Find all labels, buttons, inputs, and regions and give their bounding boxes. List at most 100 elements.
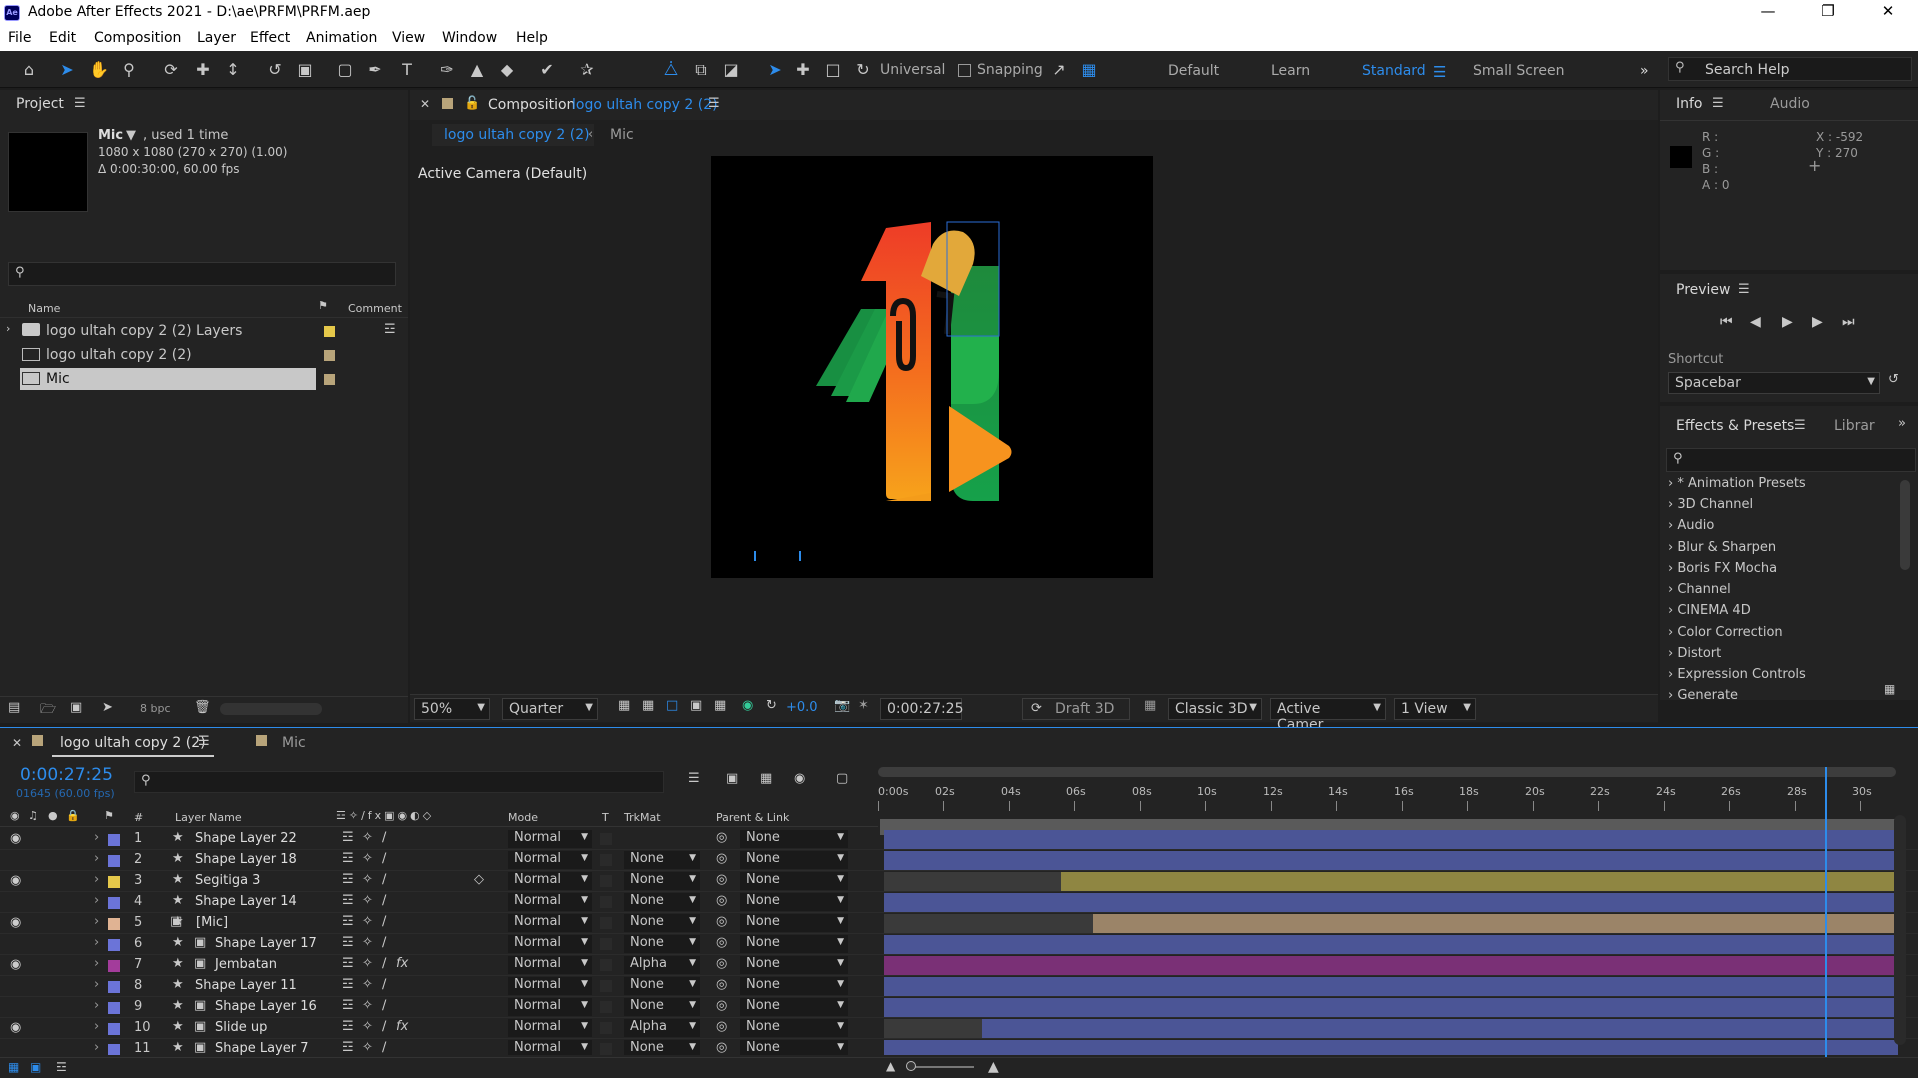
shy-switch-icon[interactable]: ☲ <box>342 956 354 971</box>
shy-switch-icon[interactable]: ☲ <box>342 872 354 887</box>
layer-duration-bar[interactable] <box>884 956 1898 975</box>
quality-switch-icon[interactable]: ∕ <box>382 935 386 950</box>
zoom-tool-icon[interactable]: ⚲ <box>118 60 140 80</box>
project-item-row[interactable]: › logo ultah copy 2 (2) Layers ☲ <box>0 320 408 342</box>
region-of-interest-icon[interactable]: ▣ <box>690 698 702 713</box>
clone-stamp-icon[interactable]: ▲ <box>466 60 488 80</box>
label-color-swatch[interactable] <box>108 1002 120 1014</box>
trkmat-dropdown[interactable]: None ▼ <box>624 872 700 890</box>
view-layout-dropdown[interactable]: 1 View ▼ <box>1394 698 1476 720</box>
view-axis-icon[interactable]: ◪ <box>720 60 742 80</box>
parent-dropdown[interactable]: None ▼ <box>740 956 848 974</box>
effects-item[interactable]: › Channel <box>1668 582 1731 597</box>
trkmat-dropdown[interactable]: Alpha ▼ <box>624 956 700 974</box>
label-color-swatch[interactable] <box>108 981 120 993</box>
first-frame-icon[interactable]: ⏮ <box>1720 314 1733 330</box>
fx-icon[interactable]: fx <box>396 1019 408 1034</box>
effects-item[interactable]: › Blur & Sharpen <box>1668 540 1776 555</box>
search-help-field[interactable]: ⚲ Search Help <box>1668 57 1912 81</box>
label-color-swatch[interactable] <box>108 939 120 951</box>
reset-exposure-icon[interactable]: ↻ <box>766 698 777 713</box>
expand-icon[interactable]: › <box>94 956 99 971</box>
more-workspaces-icon[interactable]: » <box>1640 63 1649 79</box>
workspace-menu-icon[interactable]: ☰ <box>1433 63 1446 81</box>
layer-name[interactable]: Shape Layer 7 <box>215 1041 309 1055</box>
pick-whip-icon[interactable]: ◎ <box>716 851 727 866</box>
label-color-swatch[interactable] <box>108 1023 120 1035</box>
mode-dropdown[interactable]: Normal ▼ <box>508 851 592 869</box>
quality-switch-icon[interactable]: ∕ <box>382 851 386 866</box>
orbit-camera-icon[interactable]: ⟳ <box>160 60 182 80</box>
visibility-eye-icon[interactable] <box>10 894 24 908</box>
collapse-switch-icon[interactable]: ✧ <box>362 998 373 1013</box>
pick-whip-icon[interactable]: ◎ <box>716 1019 727 1034</box>
layer-row[interactable]: ◉ › 1 ★ Shape Layer 22 ☲ ✧ ∕ Normal ▼ ◎ None ▼ <box>0 829 1918 850</box>
menu-window[interactable]: Window <box>442 30 497 46</box>
parent-dropdown[interactable]: None ▼ <box>740 893 848 911</box>
time-ruler[interactable]: 0:00s 02s 04s 06s 08s 10s 12s 14s 16s 18s 20s 22s 24… <box>878 767 1898 835</box>
extended-viewer-icon[interactable]: ▦ <box>1144 698 1156 713</box>
expand-icon[interactable]: › <box>94 872 99 887</box>
mode-dropdown[interactable]: Normal ▼ <box>508 956 592 974</box>
shy-switch-icon[interactable]: ☲ <box>342 1040 354 1055</box>
layer-name[interactable]: Shape Layer 16 <box>215 999 317 1014</box>
workspace-default[interactable]: Default <box>1168 63 1219 79</box>
col-name[interactable]: Name <box>28 302 60 315</box>
snapping-checkbox[interactable] <box>958 64 971 77</box>
parent-dropdown[interactable]: None ▼ <box>740 830 848 848</box>
quality-switch-icon[interactable]: ∕ <box>382 998 386 1013</box>
trkmat-dropdown[interactable]: None ▼ <box>624 1040 700 1055</box>
label-color-swatch[interactable] <box>108 834 120 846</box>
workspace-small-screen[interactable]: Small Screen <box>1473 63 1564 79</box>
restore-icon[interactable]: ❐ <box>1808 2 1848 24</box>
parent-dropdown[interactable]: None ▼ <box>740 935 848 953</box>
visibility-eye-icon[interactable] <box>10 978 24 992</box>
layer-duration-bar[interactable] <box>884 830 1898 849</box>
next-frame-icon[interactable]: ▶ <box>1812 314 1823 330</box>
menu-view[interactable]: View <box>392 30 425 46</box>
new-composition-icon[interactable]: ▣ <box>70 700 82 715</box>
universal-select-icon[interactable]: ➤ <box>764 60 786 80</box>
local-axis-icon[interactable]: ⧊ <box>660 60 682 80</box>
effects-item[interactable]: › Expression Controls <box>1668 667 1806 682</box>
info-tab[interactable]: Info <box>1676 96 1703 112</box>
roto-brush-icon[interactable]: ✔ <box>536 60 558 80</box>
panel-menu-icon[interactable]: ☰ <box>1738 282 1750 297</box>
preview-tab[interactable]: Preview <box>1676 282 1731 298</box>
expand-icon[interactable]: › <box>94 935 99 950</box>
frame-blending-icon[interactable]: ◉ <box>794 771 805 786</box>
trkmat-dropdown[interactable]: None ▼ <box>624 851 700 869</box>
parent-dropdown[interactable]: None ▼ <box>740 1019 848 1037</box>
col-layer-name[interactable]: Layer Name <box>175 811 242 824</box>
expand-icon[interactable]: › <box>94 914 99 929</box>
layer-duration-bar[interactable] <box>884 998 1898 1017</box>
close-tab-icon[interactable]: ✕ <box>12 736 22 750</box>
audio-tab[interactable]: Audio <box>1770 96 1810 112</box>
mode-dropdown[interactable]: Normal ▼ <box>508 872 592 890</box>
layer-name[interactable]: Shape Layer 18 <box>195 852 297 867</box>
label-color-swatch[interactable] <box>108 876 120 888</box>
menu-effect[interactable]: Effect <box>250 30 290 46</box>
project-item-row[interactable]: logo ultah copy 2 (2) <box>0 344 408 366</box>
preserve-transparency-checkbox[interactable] <box>600 875 612 887</box>
trkmat-dropdown[interactable]: Alpha ▼ <box>624 1019 700 1037</box>
project-search-input[interactable]: ⚲ <box>8 262 396 286</box>
zoom-slider[interactable] <box>910 1066 974 1068</box>
pick-whip-icon[interactable]: ◎ <box>716 872 727 887</box>
collapse-switch-icon[interactable]: ✧ <box>362 893 373 908</box>
layer-row[interactable]: › 6 ★ ▣ Shape Layer 17 ☲ ✧ ∕ Normal ▼ None ▼ ◎ None ▼ <box>0 934 1918 955</box>
shy-switch-icon[interactable]: ☲ <box>342 851 354 866</box>
zoom-slider-thumb[interactable] <box>906 1061 916 1071</box>
mode-dropdown[interactable]: Normal ▼ <box>508 914 592 932</box>
rotation-tool-icon[interactable]: ↺ <box>264 60 286 80</box>
pick-whip-icon[interactable]: ◎ <box>716 998 727 1013</box>
solo-icon[interactable]: ● <box>48 809 58 822</box>
timeline-scrollbar[interactable] <box>1894 815 1906 1045</box>
collapse-switch-icon[interactable]: ✧ <box>362 1040 373 1055</box>
pick-whip-icon[interactable]: ◎ <box>716 977 727 992</box>
move-icon[interactable]: ✚ <box>792 60 814 80</box>
collapse-switch-icon[interactable]: ✧ <box>362 935 373 950</box>
parent-dropdown[interactable]: None ▼ <box>740 977 848 995</box>
effects-item[interactable]: › * Animation Presets <box>1668 476 1806 491</box>
mode-dropdown[interactable]: Normal ▼ <box>508 977 592 995</box>
